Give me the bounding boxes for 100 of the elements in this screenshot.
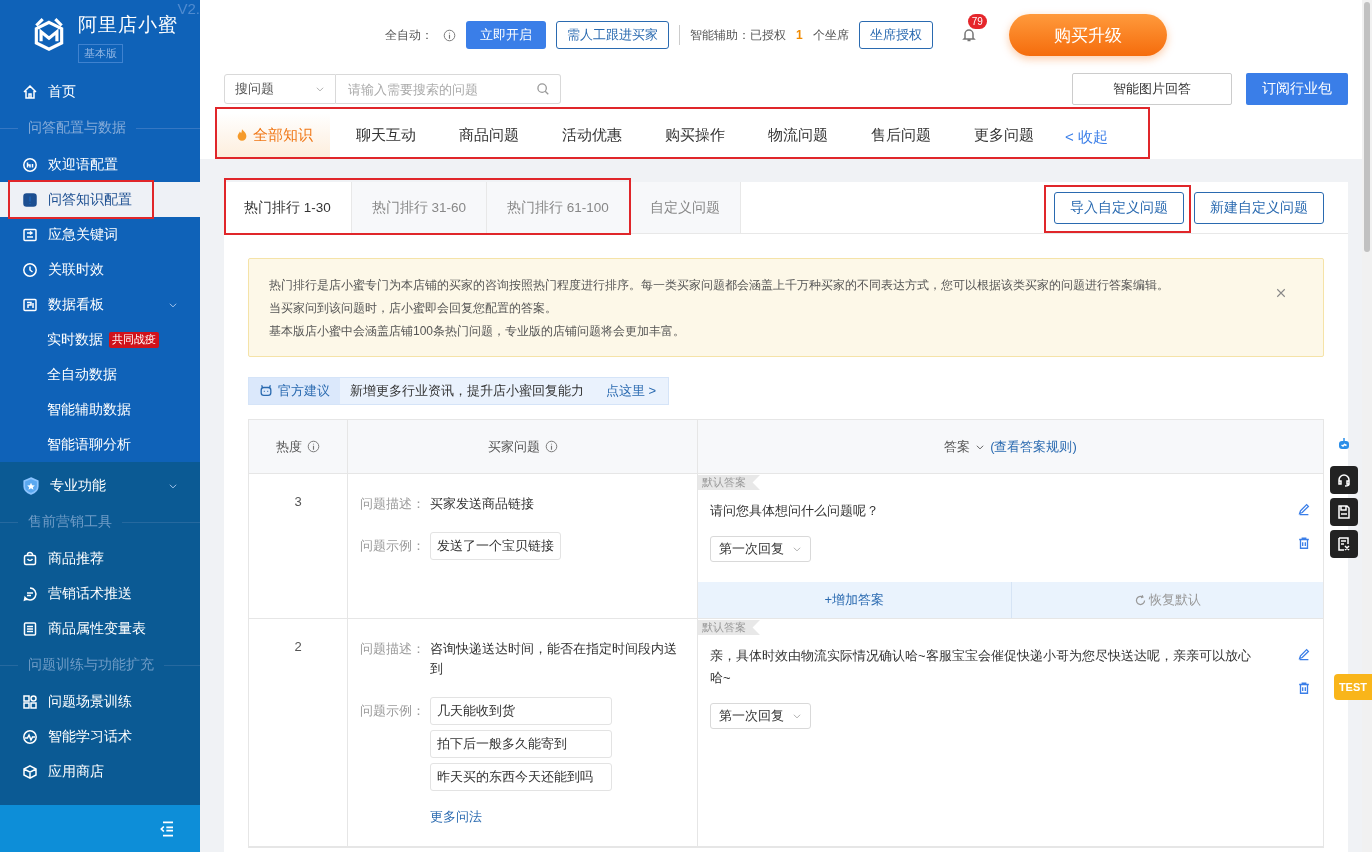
close-icon (1275, 287, 1287, 299)
sidebar-item[interactable]: 关联时效 (0, 252, 200, 287)
clock-icon (22, 261, 38, 278)
seat-count: 1 (796, 28, 803, 42)
example-question: 拍下后一般多久能寄到 (430, 730, 612, 758)
field-label: 问题描述： (360, 640, 426, 658)
suggestion-text: 新增更多行业资讯，提升店小蜜回复能力 (350, 382, 584, 400)
trash-icon (1297, 681, 1311, 695)
star-shield-icon (22, 476, 40, 495)
pencil-icon (1297, 647, 1311, 661)
sidebar-item[interactable]: 欢迎语配置 (0, 147, 200, 182)
notice-text: 热门排行是店小蜜专门为本店铺的买家的咨询按照热门程度进行排序。每一类买家问题都会涵盖上千万种买家的不同表达方式，您可以根据该类买家的问题进行答案编辑。 (269, 277, 1170, 294)
auto-reply-label: 全自动： (385, 26, 433, 44)
enable-button[interactable]: 立即开启 (466, 21, 546, 49)
example-question: 发送了一个宝贝链接 (430, 532, 561, 560)
ranking-tab[interactable]: 热门排行 61-100 (487, 182, 630, 233)
save-icon (1336, 504, 1352, 520)
tool-button[interactable] (1330, 466, 1358, 494)
field-label: 问题描述： (360, 495, 426, 513)
authorize-button[interactable]: 坐席授权 (858, 21, 933, 49)
info-icon (307, 440, 320, 453)
answer-text: 请问您具体想问什么问题呢？ (709, 502, 880, 520)
field-label: 问题示例： (360, 702, 426, 720)
custom-tab[interactable]: 自定义问题 (629, 182, 741, 233)
more-phrasings-link[interactable]: 更多问法 (430, 808, 482, 826)
chat-bubble-icon (22, 156, 38, 173)
notification-badge: 79 (967, 14, 987, 29)
action-button[interactable]: 导入自定义问题 (1054, 191, 1184, 224)
category-tab[interactable]: 售后问题 (851, 113, 948, 159)
chat-icon (22, 585, 38, 602)
chevron-down-icon (792, 711, 802, 721)
sidebar-item[interactable]: 问题场景训练 (0, 684, 200, 719)
section-label: 售前营销工具 (28, 513, 112, 531)
arrow-box-icon (22, 226, 38, 243)
example-question: 昨天买的东西今天还能到吗 (430, 763, 612, 791)
app-title: 阿里店小蜜 (78, 14, 178, 37)
category-tab[interactable]: 更多问题 (954, 113, 1051, 159)
category-tab[interactable]: 物流问题 (748, 113, 845, 159)
click-here-link[interactable]: 点这里 > (606, 382, 657, 400)
answer-rules-link[interactable]: (查看答案规则) (990, 437, 1077, 456)
sidebar-group[interactable]: 专业功能 (0, 468, 200, 503)
cube-icon (22, 763, 38, 780)
headset-icon (1336, 472, 1352, 488)
sidebar-subitem[interactable]: 智能语聊分析 (0, 427, 200, 462)
edition-label: 基本版 (78, 44, 123, 63)
notice-text: 当买家问到该问题时，店小蜜即会回复您配置的答案。 (269, 300, 558, 317)
ranking-tab[interactable]: 热门排行 31-60 (351, 182, 488, 233)
search-box[interactable]: 请输入需要搜索的问题 (336, 74, 561, 104)
home-icon (22, 83, 38, 100)
pencil-icon (1297, 502, 1311, 516)
tool-button[interactable] (1330, 498, 1358, 526)
reply-select[interactable]: 第一次回复 (710, 703, 811, 729)
sidebar-item[interactable]: 问答知识配置 (0, 182, 200, 217)
sidebar-item[interactable]: 商品属性变量表 (0, 611, 200, 646)
column-header: 答案 (查看答案规则) (698, 420, 1323, 473)
subitem-label: 全自动数据 (47, 365, 117, 384)
robot-tag-icon (259, 384, 273, 398)
sidebar-subitem[interactable]: 全自动数据 (0, 357, 200, 392)
sidebar-item[interactable]: 应急关键词 (0, 217, 200, 252)
category-tab[interactable]: 聊天互动 (336, 113, 433, 159)
version-label: V2. (177, 0, 200, 17)
answer-text: 亲，具体时效由物流实际情况确认哈~客服宝宝会催促快递小哥为您尽快送达呢，亲亲可以放心哈~ (709, 647, 1252, 687)
section-label: 问题训练与功能扩充 (28, 656, 154, 674)
sidebar-item[interactable]: 数据看板 (0, 287, 200, 322)
category-tab[interactable]: 活动优惠 (542, 113, 639, 159)
category-tab[interactable]: 商品问题 (439, 113, 536, 159)
subitem-label: 实时数据 (47, 330, 103, 349)
add-answer-button[interactable]: +增加答案 (698, 582, 1011, 618)
sidebar-item[interactable]: 商品推荐 (0, 541, 200, 576)
notice-text: 基本版店小蜜中会涵盖店铺100条热门问题，专业版的店铺问题将会更加丰富。 (269, 323, 687, 340)
subitem-label: 智能语聊分析 (47, 435, 131, 454)
tool-button[interactable] (1330, 530, 1358, 558)
sidebar-item[interactable]: 营销话术推送 (0, 576, 200, 611)
follow-up-button[interactable]: 需人工跟进买家 (556, 21, 669, 49)
pulse-icon (22, 728, 38, 745)
column-header: 买家问题 (348, 420, 698, 473)
search-icon (536, 82, 550, 96)
chevron-down-icon (315, 84, 325, 94)
suggestion-tag: 官方建议 (249, 378, 340, 404)
field-label: 问题示例： (360, 537, 426, 555)
collapse-link[interactable]: < 收起 (1065, 115, 1108, 159)
reply-select[interactable]: 第一次回复 (710, 536, 811, 562)
document-icon (1336, 536, 1352, 552)
example-question: 几天能收到货 (430, 697, 612, 725)
search-scope-select[interactable]: 搜问题 (224, 74, 336, 104)
sidebar-item[interactable]: 智能学习话术 (0, 719, 200, 754)
sidebar-item[interactable]: 应用商店 (0, 754, 200, 789)
toolbar-button[interactable]: 智能图片回答 (1072, 73, 1232, 105)
info-icon (544, 440, 558, 453)
question-description: 买家发送商品链接 (430, 495, 535, 513)
category-tab[interactable]: 购买操作 (645, 113, 742, 159)
sidebar-subitem[interactable]: 实时数据 共同战疫 (0, 322, 200, 357)
action-button[interactable]: 新建自定义问题 (1194, 191, 1324, 224)
grid-icon (22, 693, 38, 710)
bell-icon (960, 27, 977, 43)
sidebar-subitem[interactable]: 智能辅助数据 (0, 392, 200, 427)
assist-label: 智能辅助：已授权 (690, 26, 786, 44)
sidebar-item[interactable]: 首页 (0, 74, 200, 109)
bag-icon (22, 550, 38, 567)
toolbar-button[interactable]: 订阅行业包 (1246, 73, 1348, 105)
